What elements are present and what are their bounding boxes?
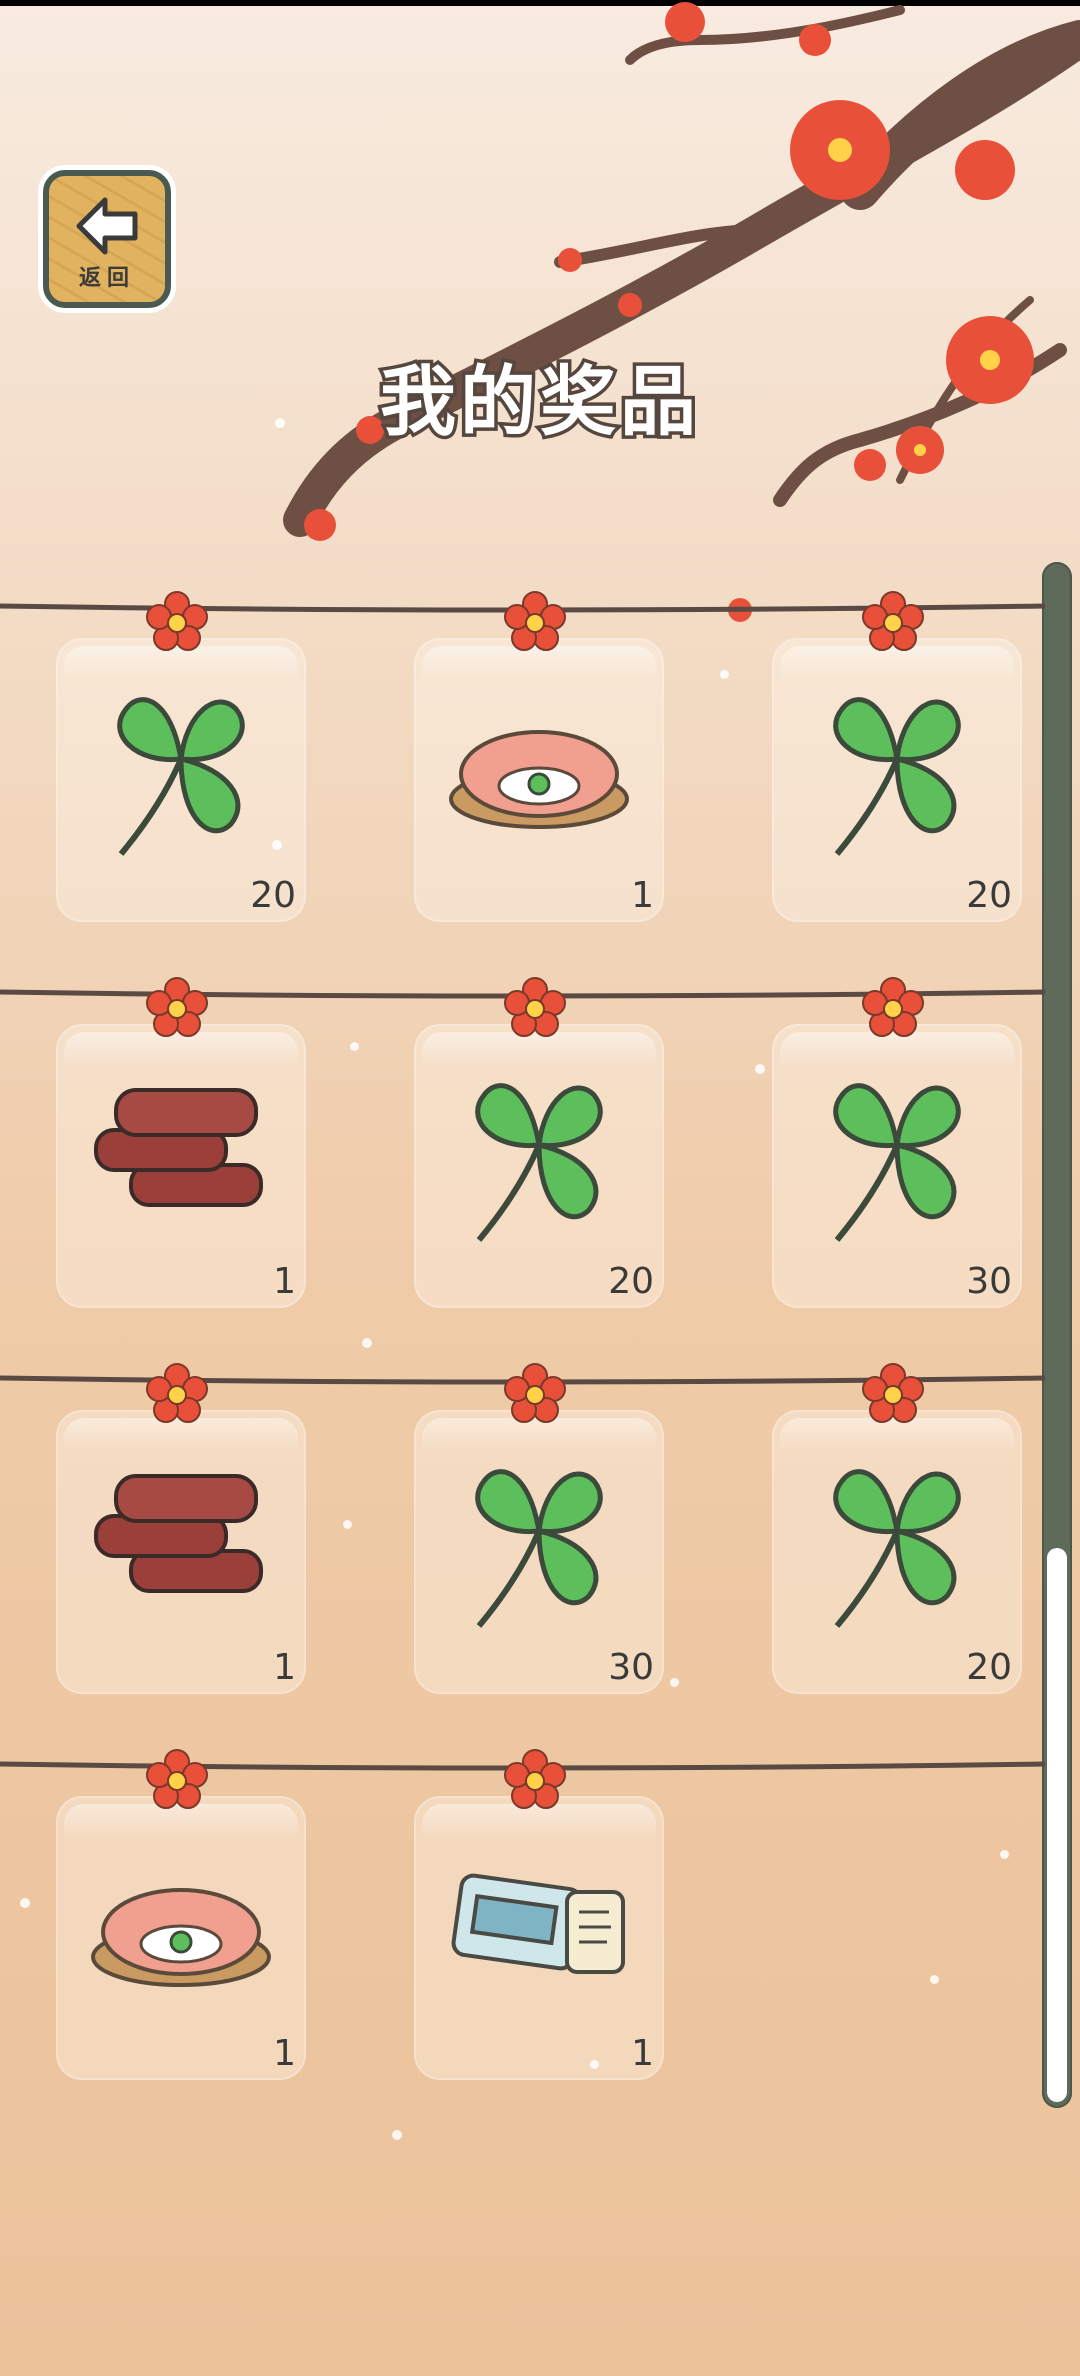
- prize-card[interactable]: 1: [56, 1024, 306, 1308]
- snow-particle: [275, 418, 285, 428]
- prize-card[interactable]: 1: [414, 638, 664, 922]
- clover-icon: [833, 696, 961, 856]
- plum-blossom-icon: [862, 1363, 924, 1423]
- ticket-icon: [451, 1873, 625, 1974]
- plum-blossom-icon: [862, 591, 924, 651]
- prize-card[interactable]: 20: [56, 638, 306, 922]
- clover-icon: [833, 1468, 961, 1628]
- clover-icon: [833, 1082, 961, 1242]
- prize-card[interactable]: 1: [56, 1796, 306, 2080]
- prize-count: 30: [608, 1647, 654, 1688]
- snow-particle: [670, 1678, 679, 1687]
- snow-particle: [1000, 1850, 1009, 1859]
- plum-blossom-icon: [146, 591, 208, 651]
- prize-count: 20: [966, 1647, 1012, 1688]
- prize-card[interactable]: 1: [414, 1796, 664, 2080]
- plum-blossom-icon: [862, 977, 924, 1037]
- prize-count: 1: [631, 2033, 654, 2074]
- prize-count: 20: [966, 875, 1012, 916]
- prize-count: 1: [273, 2033, 296, 2074]
- prize-card[interactable]: 30: [772, 1024, 1022, 1308]
- dried-meat-icon: [94, 1473, 263, 1593]
- shrimp-dish-icon: [449, 729, 629, 829]
- snow-particle: [362, 1338, 372, 1348]
- snow-particle: [930, 1975, 939, 1984]
- plum-branch-decoration: [283, 2, 1080, 622]
- plum-blossom-icon: [146, 1363, 208, 1423]
- clover-icon: [475, 1468, 603, 1628]
- plum-blossom-icon: [146, 1749, 208, 1809]
- clover-icon: [117, 696, 245, 856]
- plum-blossom-icon: [504, 977, 566, 1037]
- snow-particle: [20, 1898, 30, 1908]
- shrimp-dish-icon: [91, 1887, 271, 1987]
- snow-particle: [590, 2060, 599, 2069]
- snow-particle: [343, 1520, 352, 1529]
- prize-card[interactable]: 30: [414, 1410, 664, 1694]
- prize-count: 1: [631, 875, 654, 916]
- prize-count: 20: [250, 875, 296, 916]
- plum-blossom-icon: [504, 1749, 566, 1809]
- snow-particle: [272, 840, 282, 850]
- prize-count: 1: [273, 1261, 296, 1302]
- dried-meat-icon: [94, 1087, 263, 1207]
- prize-count: 1: [273, 1647, 296, 1688]
- snow-particle: [392, 2130, 402, 2140]
- prize-count: 30: [966, 1261, 1012, 1302]
- prize-count: 20: [608, 1261, 654, 1302]
- snow-particle: [350, 1042, 359, 1051]
- prize-card[interactable]: 20: [772, 638, 1022, 922]
- scrollbar[interactable]: [1042, 562, 1072, 2108]
- prize-card[interactable]: 20: [414, 1024, 664, 1308]
- page-title: 我的奖品: [377, 354, 700, 450]
- snow-particle: [720, 670, 729, 679]
- prize-card[interactable]: 1: [56, 1410, 306, 1694]
- plum-blossom-icon: [146, 977, 208, 1037]
- back-label: 返回: [78, 266, 135, 291]
- plum-blossom-icon: [504, 1363, 566, 1423]
- plum-blossom-icon: [504, 591, 566, 651]
- snow-particle: [755, 1064, 765, 1074]
- back-button[interactable]: 返回: [43, 170, 171, 308]
- prize-card[interactable]: 20: [772, 1410, 1022, 1694]
- scrollbar-thumb[interactable]: [1047, 1548, 1067, 2102]
- arrow-left-icon: [76, 197, 138, 255]
- clover-icon: [475, 1082, 603, 1242]
